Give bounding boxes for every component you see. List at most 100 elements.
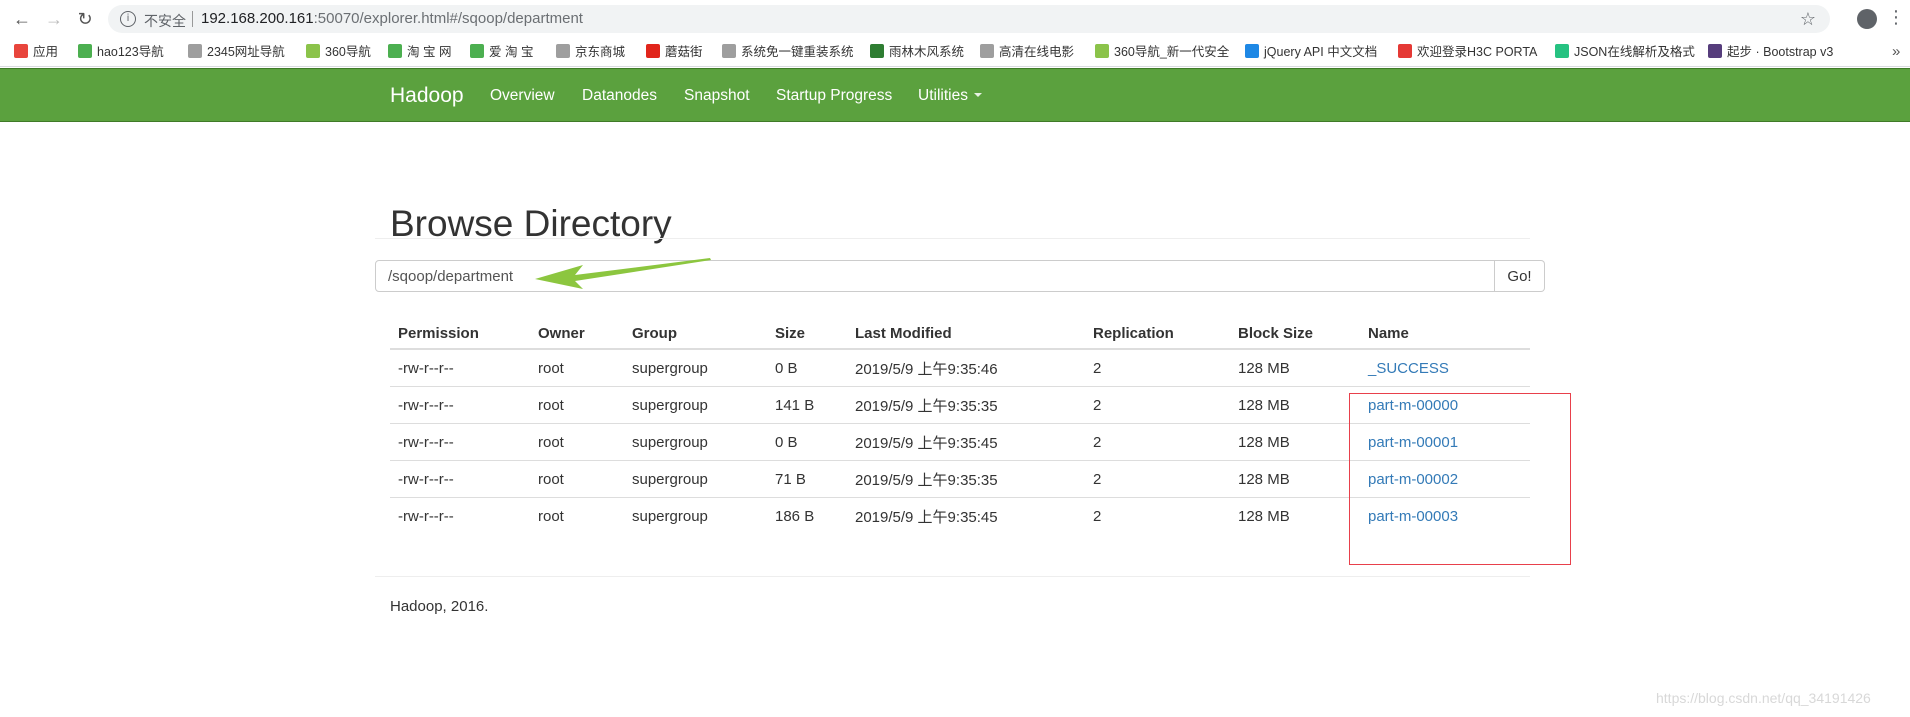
bookmark-label: 2345网址导航 [207, 45, 285, 59]
cell-size: 71 B [767, 460, 847, 498]
bookmark-label: 高清在线电影 [999, 45, 1075, 59]
column-header-group[interactable]: Group [624, 318, 767, 350]
cell-replication: 2 [1093, 507, 1102, 525]
info-icon[interactable]: i [120, 11, 136, 27]
cell-size: 141 B [767, 386, 847, 424]
json-icon [1555, 44, 1569, 58]
bookmark-item[interactable]: 爱 淘 宝 [470, 44, 533, 60]
bookmark-label: 起步 · Bootstrap v3 [1727, 45, 1834, 59]
nav-datanodes[interactable]: Datanodes [582, 87, 657, 105]
column-header-block-size[interactable]: Block Size [1230, 318, 1360, 350]
column-header-owner[interactable]: Owner [530, 318, 624, 350]
bookmark-item[interactable]: 系统免一键重装系统 [722, 44, 854, 60]
nav-startup-progress[interactable]: Startup Progress [776, 87, 892, 105]
cell-group: supergroup [624, 386, 767, 424]
omnibox-divider [192, 11, 193, 27]
cell-owner: root [530, 460, 624, 498]
bookmark-label: 欢迎登录H3C PORTA [1417, 45, 1538, 59]
url-path: :50070/explorer.html#/sqoop/department [313, 10, 583, 27]
column-header-size[interactable]: Size [767, 318, 847, 350]
bookmark-item[interactable]: JSON在线解析及格式 [1555, 44, 1695, 60]
bookmark-label: 雨林木风系统 [889, 45, 965, 59]
nav-utilities[interactable]: Utilities [918, 87, 982, 105]
annotation-arrow-icon [535, 258, 711, 289]
bookmark-item[interactable]: 起步 · Bootstrap v3 [1708, 44, 1833, 60]
column-header-replication[interactable]: Replication [1085, 318, 1230, 350]
forward-arrow-icon[interactable]: → [44, 9, 64, 29]
cell-last-modified: 2019/5/9 上午9:35:45 [855, 508, 998, 526]
page-icon [722, 44, 736, 58]
bookmark-item[interactable]: 京东商城 [556, 44, 625, 60]
bookmark-item[interactable]: 雨林木风系统 [870, 44, 964, 60]
account-icon[interactable] [1857, 9, 1877, 29]
apps-grid-icon [14, 44, 28, 58]
jquery-icon [1245, 44, 1259, 58]
cell-last-modified: 2019/5/9 上午9:35:46 [847, 349, 1085, 387]
hao123-icon [78, 44, 92, 58]
insecure-label: 不安全 [144, 13, 186, 29]
cell-block-size: 128 MB [1230, 349, 1360, 387]
column-header-permission[interactable]: Permission [390, 318, 530, 350]
footer-text: Hadoop, 2016. [390, 598, 489, 615]
bookmark-label: 蘑菇街 [665, 45, 703, 59]
bookmark-label: 360导航_新一代安全 [1114, 45, 1230, 59]
cell-block-size: 128 MB [1230, 460, 1360, 498]
page-icon [980, 44, 994, 58]
cell-permission: -rw-r--r-- [390, 460, 530, 498]
nav-overview[interactable]: Overview [490, 87, 555, 105]
cell-owner: root [530, 349, 624, 387]
bookmark-item[interactable]: 淘 宝 网 [388, 44, 451, 60]
cell-last-modified: 2019/5/9 上午9:35:35 [847, 386, 1085, 424]
bookmark-item[interactable]: hao123导航 [78, 44, 164, 60]
bookmark-item[interactable]: 蘑菇街 [646, 44, 703, 60]
brand-logo[interactable]: Hadoop [390, 84, 464, 108]
url-host: 192.168.200.161 [201, 10, 314, 27]
360-icon [1095, 44, 1109, 58]
cell-group: supergroup [624, 460, 767, 498]
hadoop-navbar: Hadoop Overview Datanodes Snapshot Start… [0, 68, 1910, 122]
bookmarks-bar: 应用 hao123导航 2345网址导航 360导航 淘 宝 网 爱 淘 宝 京东商城 蘑菇街… [0, 38, 1910, 67]
cell-group: supergroup [632, 507, 708, 525]
bootstrap-icon [1708, 44, 1722, 58]
caret-down-icon [973, 93, 982, 97]
column-header-name[interactable]: Name [1360, 318, 1530, 350]
go-button[interactable]: Go! [1495, 260, 1545, 292]
cell-group: supergroup [624, 423, 767, 461]
back-arrow-icon[interactable]: ← [12, 9, 32, 29]
bookmark-item[interactable]: 高清在线电影 [980, 44, 1074, 60]
bookmark-star-icon[interactable]: ☆ [1800, 9, 1816, 30]
title-divider [375, 238, 1530, 239]
nav-snapshot[interactable]: Snapshot [684, 87, 750, 105]
hao123-icon [388, 44, 402, 58]
bookmarks-overflow-icon[interactable]: » [1892, 43, 1900, 60]
bookmark-label: hao123导航 [97, 45, 164, 59]
table-header-row: Permission Owner Group Size Last Modifie… [390, 318, 1530, 350]
bookmark-label: jQuery API 中文文档 [1264, 45, 1378, 59]
annotation-highlight-box [1349, 393, 1571, 565]
bookmark-label: 京东商城 [575, 45, 626, 59]
bookmark-item[interactable]: 360导航_新一代安全 [1095, 44, 1229, 60]
address-bar[interactable]: i 不安全 192.168.200.161:50070/explorer.htm… [108, 5, 1830, 33]
cell-permission: -rw-r--r-- [390, 386, 530, 424]
footer-divider [375, 576, 1530, 577]
bookmark-item[interactable]: jQuery API 中文文档 [1245, 44, 1377, 60]
bookmark-item[interactable]: 欢迎登录H3C PORTA [1398, 44, 1537, 60]
bookmark-label: JSON在线解析及格式 [1574, 45, 1695, 59]
bookmark-item[interactable]: 应用 [14, 44, 58, 60]
menu-icon[interactable]: ⋮ [1887, 7, 1905, 27]
url-text[interactable]: 192.168.200.161:50070/explorer.html#/sqo… [201, 10, 583, 27]
cell-block-size: 128 MB [1230, 423, 1360, 461]
bookmark-label: 爱 淘 宝 [489, 45, 534, 59]
column-header-last-modified[interactable]: Last Modified [847, 318, 1085, 350]
cell-name: _SUCCESS [1360, 349, 1530, 387]
h3c-icon [1398, 44, 1412, 58]
cell-group: supergroup [624, 349, 767, 387]
cell-size: 186 B [775, 507, 815, 525]
cell-permission: -rw-r--r-- [398, 507, 454, 525]
cell-replication: 2 [1085, 423, 1230, 461]
bookmark-item[interactable]: 2345网址导航 [188, 44, 285, 60]
cell-owner: root [530, 423, 624, 461]
reload-icon[interactable]: ↻ [75, 9, 95, 29]
bookmark-item[interactable]: 360导航 [306, 44, 371, 60]
file-name-link[interactable]: _SUCCESS [1368, 360, 1449, 377]
